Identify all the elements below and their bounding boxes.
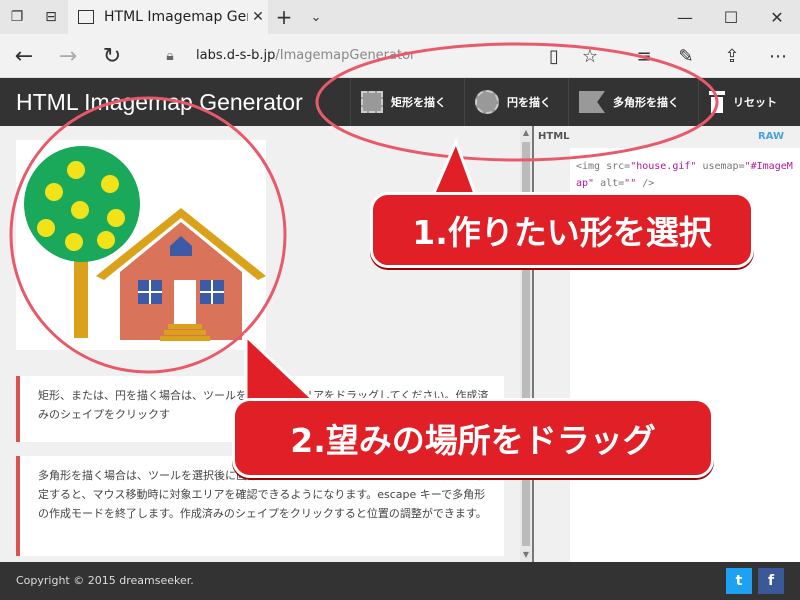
new-tab-icon[interactable]: + xyxy=(274,0,294,34)
forward-icon[interactable]: → xyxy=(48,34,88,78)
tab-stack-icon[interactable]: ❐ xyxy=(0,0,34,34)
reset-label: リセット xyxy=(733,96,777,109)
code-token: "" xyxy=(624,178,637,189)
scroll-up-icon[interactable]: ▲ xyxy=(520,126,532,140)
twitter-icon[interactable]: t xyxy=(726,568,752,594)
pen-icon[interactable]: ✎ xyxy=(668,34,704,78)
favorite-star-icon[interactable]: ☆ xyxy=(572,34,608,78)
browser-nav-bar: ← → ↻ 🔒︎ labs.d-s-b.jp/ImagemapGenerator… xyxy=(0,34,800,78)
url-path: /ImagemapGenerator xyxy=(275,48,416,63)
tab-title: HTML Imagemap Gener xyxy=(104,9,248,25)
maximize-icon[interactable]: ☐ xyxy=(708,0,754,34)
code-token: "house.gif" xyxy=(630,161,697,172)
code-token: /> xyxy=(636,178,655,189)
reset-button[interactable]: リセット xyxy=(698,78,800,126)
polygon-tool-label: 多角形を描く xyxy=(613,96,679,109)
facebook-icon[interactable]: f xyxy=(758,568,784,594)
close-tab-icon[interactable]: ✕ xyxy=(248,9,268,25)
tab-preview-icon[interactable]: ⊟ xyxy=(34,0,68,34)
copyright-text: Copyright © 2015 dreamseeker. xyxy=(16,574,194,587)
code-header: HTML RAW xyxy=(534,126,800,148)
refresh-icon[interactable]: ↻ xyxy=(92,34,132,78)
minimize-icon[interactable]: — xyxy=(662,0,708,34)
app-title: HTML Imagemap Generator xyxy=(16,89,303,115)
house-tree-illustration xyxy=(24,146,266,341)
code-token: alt= xyxy=(594,178,625,189)
hub-icon[interactable]: ≡ xyxy=(626,34,662,78)
lock-icon: 🔒︎ xyxy=(166,48,174,64)
chevron-down-icon[interactable]: ⌄ xyxy=(306,0,326,34)
back-icon[interactable]: ← xyxy=(4,34,44,78)
url-host: labs.d-s-b.jp xyxy=(196,48,276,63)
code-token: <img src= xyxy=(576,161,631,172)
polygon-tool-button[interactable]: 多角形を描く xyxy=(568,78,698,126)
callout-drag-area: 2.望みの場所をドラッグ xyxy=(232,398,714,478)
browser-tab-bar: ❐ ⊟ HTML Imagemap Gener ✕ + ⌄ — ☐ ✕ xyxy=(0,0,800,34)
raw-tab[interactable]: RAW xyxy=(758,126,784,148)
page-icon xyxy=(78,10,94,24)
address-bar[interactable]: labs.d-s-b.jp/ImagemapGenerator xyxy=(196,44,415,68)
close-window-icon[interactable]: ✕ xyxy=(754,0,800,34)
circle-tool-label: 円を描く xyxy=(507,96,551,109)
html-tab[interactable]: HTML xyxy=(538,126,570,148)
circle-icon xyxy=(475,90,499,114)
more-icon[interactable]: ⋯ xyxy=(760,34,796,78)
code-output[interactable]: <img src="house.gif" usemap="#ImageMap" … xyxy=(576,158,796,192)
app-header: HTML Imagemap Generator 矩形を描く 円を描く 多角形を描… xyxy=(0,78,800,126)
circle-tool-button[interactable]: 円を描く xyxy=(464,78,568,126)
browser-tab[interactable]: HTML Imagemap Gener ✕ xyxy=(68,0,268,34)
page-footer: Copyright © 2015 dreamseeker. t f xyxy=(0,562,800,600)
callout-select-shape: 1.作りたい形を選択 xyxy=(370,192,754,268)
rect-tool-label: 矩形を描く xyxy=(391,96,446,109)
image-canvas[interactable] xyxy=(16,140,266,350)
polygon-icon xyxy=(579,91,605,113)
scroll-down-icon[interactable]: ▼ xyxy=(520,548,532,562)
rectangle-icon xyxy=(361,91,383,113)
reading-view-icon[interactable]: ▯ xyxy=(536,34,572,78)
rect-tool-button[interactable]: 矩形を描く xyxy=(350,78,464,126)
trash-icon xyxy=(709,91,725,113)
code-token: usemap= xyxy=(696,161,745,172)
share-icon[interactable]: ⇪ xyxy=(714,34,750,78)
